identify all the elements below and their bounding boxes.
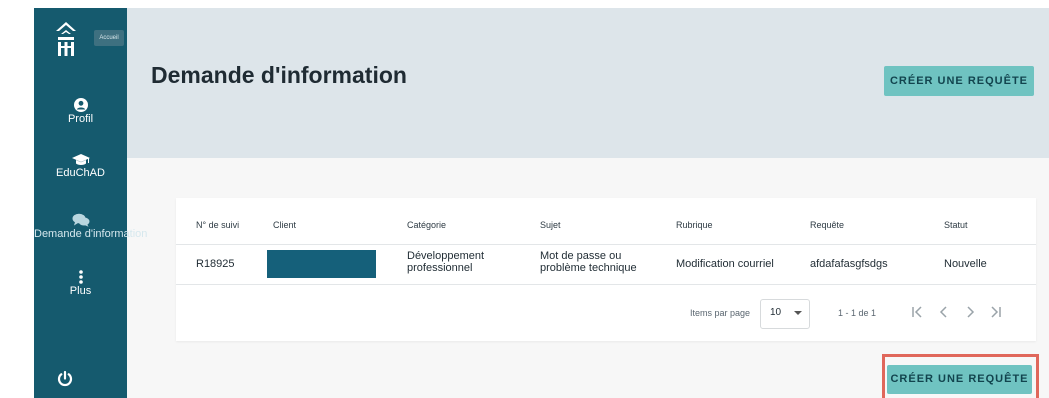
create-request-button-bottom[interactable]: CRÉER UNE REQUÊTE (887, 365, 1032, 394)
page-header: Demande d'information CRÉER UNE REQUÊTE (127, 8, 1049, 158)
vertical-ellipsis-icon (78, 270, 83, 284)
items-per-page-label: Items par page (690, 308, 751, 318)
user-circle-icon (73, 98, 88, 112)
app-frame: Accueil Profil EduChAD Demande d'informa… (34, 8, 1049, 398)
home-tooltip: Accueil (94, 30, 124, 46)
chevron-down-icon (794, 311, 802, 315)
first-page-icon[interactable] (907, 302, 927, 322)
sidebar-item-label: EduChAD (56, 167, 105, 179)
sidebar-item-profil[interactable]: Profil (34, 98, 127, 125)
school-logo-icon[interactable] (54, 20, 78, 60)
sidebar-item-label: Profil (67, 113, 94, 125)
sidebar-item-demande-information[interactable]: Demande d'information (34, 213, 148, 240)
paginator: Items par page 10 1 - 1 de 1 (176, 198, 1036, 341)
previous-page-icon[interactable] (934, 302, 954, 322)
chat-bubbles-icon (72, 213, 89, 227)
page-title: Demande d'information (151, 62, 407, 88)
last-page-icon[interactable] (986, 302, 1006, 322)
graduation-cap-icon (71, 154, 90, 165)
sidebar-item-label: Plus (69, 285, 92, 297)
sidebar-item-label: Demande d'information (34, 228, 148, 240)
items-per-page-value: 10 (770, 307, 782, 318)
sidebar: Accueil Profil EduChAD Demande d'informa… (34, 8, 148, 398)
sidebar-item-plus[interactable]: Plus (34, 270, 127, 297)
items-per-page-select[interactable]: 10 (760, 299, 810, 329)
power-icon[interactable] (56, 370, 74, 388)
page-range-label: 1 - 1 de 1 (838, 308, 877, 318)
next-page-icon[interactable] (960, 302, 980, 322)
create-request-button[interactable]: CRÉER UNE REQUÊTE (884, 66, 1034, 96)
sidebar-item-educhad[interactable]: EduChAD (34, 154, 127, 179)
